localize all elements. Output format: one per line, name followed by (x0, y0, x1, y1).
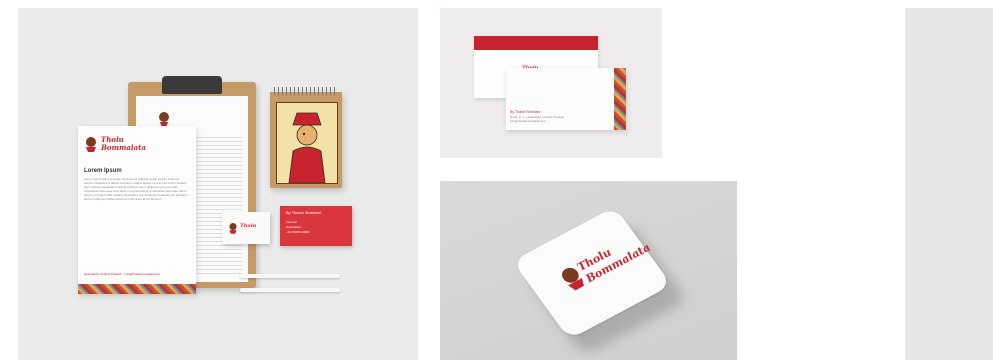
puppet-head-icon (229, 223, 237, 234)
coaster-mockup-panel: Tholu Bommalata (440, 181, 737, 360)
pen-1 (240, 274, 340, 278)
envelope-mockup-panel: Tholu Bommalata By Thanvi Shrimant Road … (440, 8, 662, 158)
card-line-1: Founder (286, 220, 298, 224)
letterhead: Tholu Bommalata Lorem Ipsum Lorem ipsum … (78, 126, 196, 294)
card-line-3: +91 00000 00000 (286, 230, 310, 234)
notepad (270, 87, 342, 188)
letterhead-heading: Lorem Ipsum (84, 168, 122, 174)
card-name: By Thanvi Shrimant (286, 210, 321, 215)
card-line-2: Hyderabad (286, 225, 301, 229)
puppet-head-icon (86, 137, 96, 152)
letterhead-logo: Tholu Bommalata (84, 135, 146, 154)
letterhead-footer: Hyderabad, Andhra Pradesh · info@tholubo… (84, 272, 161, 276)
logo-text-1: Tholu (101, 135, 124, 144)
notepad-illustration (276, 102, 338, 184)
envelope-sender: By Thanvi Shrimant (510, 110, 541, 114)
puppet-figure-icon (288, 112, 326, 184)
notepad-spiral (274, 87, 338, 95)
envelope-front: By Thanvi Shrimant Road no. 1, Hyderabad… (506, 68, 626, 130)
envelope-contact: info@tholubommalata.com (510, 119, 546, 123)
logo-text-2: Bommalata (101, 143, 146, 152)
letterhead-body: Lorem ipsum dolor sit amet, consectetur … (84, 177, 188, 201)
card-logo-text: Tholu (240, 223, 257, 229)
envelope-flap (474, 36, 598, 50)
clipboard-clip (162, 76, 222, 94)
business-card-back: By Thanvi Shrimant Founder Hyderabad +91… (280, 206, 352, 246)
stationery-mockup-panel: Tholu Bommalata Lorem Ipsum Lorem ipsum … (18, 8, 418, 360)
business-card-front: Tholu (222, 212, 270, 244)
letterhead-pattern-strip (78, 284, 196, 294)
pen-2 (240, 288, 340, 292)
envelope-pattern-strip (614, 68, 626, 130)
partial-mockup-panel (905, 8, 993, 360)
